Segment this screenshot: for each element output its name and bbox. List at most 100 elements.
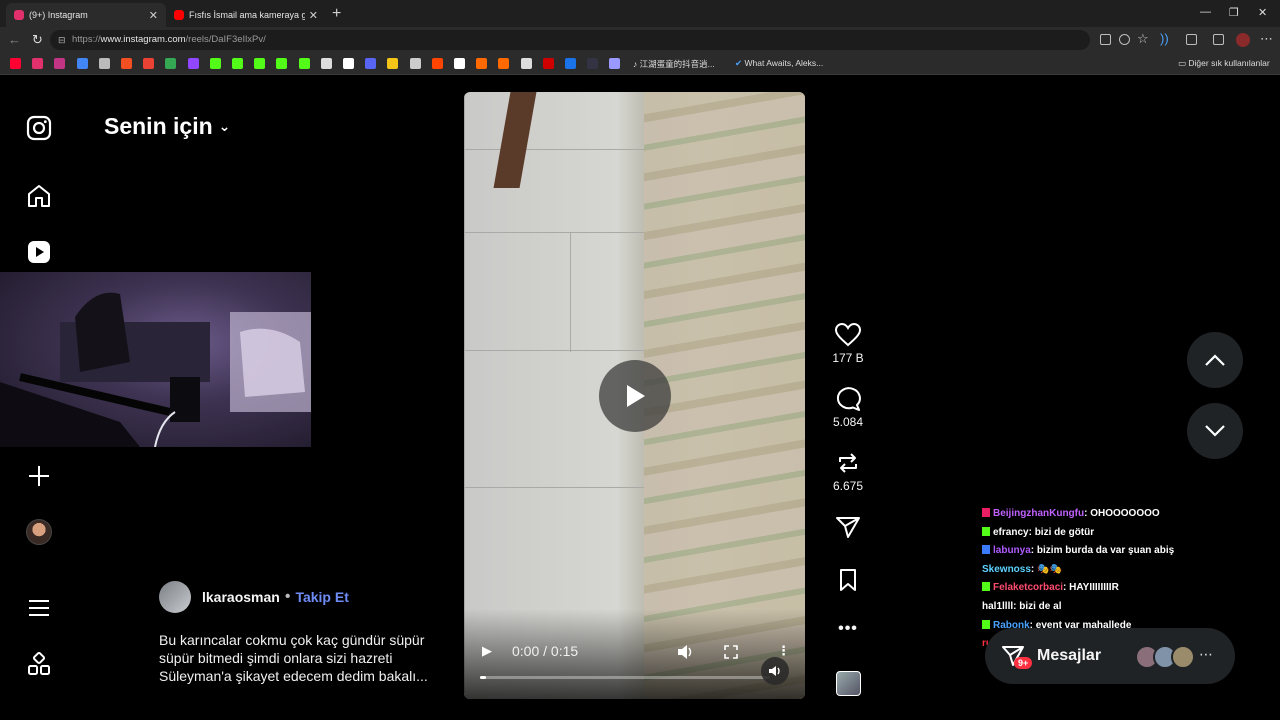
hwl-bookmark-icon[interactable] (587, 58, 599, 69)
repost-count: 6.675 (832, 479, 864, 493)
app-bookmark-2-icon[interactable] (387, 58, 399, 69)
app-bookmark-7-icon[interactable] (542, 58, 554, 69)
app-bookmark-icon[interactable] (365, 58, 377, 69)
p-bookmark-icon[interactable] (454, 58, 465, 69)
share-action[interactable] (828, 515, 868, 539)
kick-bookmark-2-icon[interactable] (232, 58, 243, 69)
close-tab-icon[interactable]: ✕ (149, 9, 158, 22)
gmail-bookmark-icon[interactable] (143, 58, 155, 69)
kick-bookmark-3-icon[interactable] (254, 58, 266, 69)
twitch-bookmark-icon[interactable] (187, 58, 199, 69)
x-bookmark-icon[interactable] (343, 58, 354, 69)
youtube-bookmark-icon[interactable] (10, 58, 21, 69)
favorite-star-icon[interactable]: ☆ (1137, 31, 1149, 47)
bookmark-what-awaits[interactable]: ✔ What Awaits, Aleks... (735, 58, 823, 69)
collections-icon[interactable] (1213, 34, 1224, 45)
messages-button[interactable]: 9+ Mesajlar ⋯ (985, 628, 1235, 684)
play-button[interactable]: ▶ (482, 643, 492, 659)
other-bookmarks-label: Diğer sık kullanılanlar (1188, 58, 1270, 68)
comment-action[interactable]: 5.084 (828, 387, 868, 429)
reddit-bookmark-icon[interactable] (431, 58, 443, 69)
floor-seam (464, 149, 644, 150)
tab-instagram[interactable]: (9+) Instagram ✕ (6, 3, 166, 27)
more-menu-icon[interactable]: ⋯ (1260, 31, 1273, 47)
chat-badge-icon (982, 526, 990, 536)
app-bookmark-4-icon[interactable] (476, 58, 488, 69)
close-tab-icon[interactable]: ✕ (309, 9, 318, 22)
comment-icon[interactable] (835, 387, 861, 411)
bookmark-tiktok[interactable]: ♪ 江湖蛋童的抖音逍... (633, 58, 715, 70)
app-bookmark-3-icon[interactable] (409, 58, 421, 69)
author-name[interactable]: lkaraosman (202, 589, 280, 605)
repost-action[interactable]: 6.675 (828, 451, 868, 493)
save-action[interactable] (828, 568, 868, 592)
reels-icon[interactable] (26, 239, 52, 265)
drive-bookmark-icon[interactable] (165, 58, 177, 69)
reload-icon[interactable]: ↻ (32, 32, 43, 48)
chat-badge-icon (982, 545, 990, 555)
instagram-favicon-icon (14, 10, 24, 20)
next-reel-button[interactable] (1187, 403, 1243, 459)
new-tab-button[interactable]: + (332, 5, 341, 23)
floor-seam (464, 232, 644, 233)
site-info-icon[interactable]: ⊟ (58, 30, 66, 50)
previous-reel-button[interactable] (1187, 332, 1243, 388)
globe-bookmark-icon[interactable] (98, 58, 110, 69)
messages-label: Mesajlar (1037, 647, 1102, 664)
heart-icon[interactable] (835, 323, 861, 347)
reel-video-player[interactable]: ▶ 0:00 / 0:15 ⋮ (464, 92, 805, 699)
fullscreen-icon[interactable] (724, 645, 738, 659)
repost-icon[interactable] (835, 451, 861, 475)
hamburger-menu-icon[interactable] (26, 595, 52, 621)
volume-icon[interactable] (676, 643, 694, 661)
app-install-icon[interactable] (1100, 34, 1111, 45)
xbox-bookmark-2-icon[interactable] (298, 58, 310, 69)
mute-button[interactable] (761, 657, 789, 685)
kick-bookmark-icon[interactable] (209, 58, 221, 69)
chat-username: BeijingzhanKungfu (993, 508, 1085, 519)
tab-youtube[interactable]: Fısfıs İsmail ama kameraya gereks ✕ (166, 3, 326, 27)
more-options-icon[interactable]: ••• (828, 620, 868, 638)
app-bookmark-6-icon[interactable] (520, 58, 532, 69)
translate-bookmark-icon[interactable] (76, 58, 88, 69)
video-progress-bar[interactable] (480, 676, 770, 679)
instagram-bookmark-icon[interactable] (32, 58, 44, 69)
close-window-icon[interactable]: ✕ (1258, 6, 1267, 19)
author-avatar[interactable] (159, 581, 191, 613)
instagram-bookmark-2-icon[interactable] (54, 58, 66, 69)
bookmarks-bar: ♪ 江湖蛋童的抖音逍... ✔ What Awaits, Aleks... ▭ … (0, 53, 1280, 75)
send-icon[interactable] (835, 515, 861, 539)
browser-tab-strip: (9+) Instagram ✕ Fısfıs İsmail ama kamer… (0, 0, 1280, 27)
other-bookmarks-folder[interactable]: ▭ Diğer sık kullanılanlar (1178, 58, 1270, 69)
create-icon[interactable] (26, 463, 52, 489)
follow-button[interactable]: Takip Et (295, 589, 348, 605)
microsoft-bookmark-icon[interactable] (121, 58, 132, 69)
profile-avatar[interactable] (1236, 33, 1250, 47)
back-icon[interactable]: ← (8, 32, 21, 47)
play-icon (627, 385, 645, 407)
like-action[interactable]: 177 B (828, 323, 868, 365)
app-bookmark-8-icon[interactable] (565, 58, 576, 69)
chat-text: bizi de al (1019, 600, 1062, 612)
chat-username: Skewnoss (982, 563, 1031, 575)
post-caption[interactable]: Bu karıncalar cokmu çok kaç gündür süpür… (159, 631, 434, 685)
read-aloud-icon[interactable]: )) (1160, 31, 1169, 46)
extensions-icon[interactable] (1186, 34, 1197, 45)
address-bar[interactable]: ⊟ https://www.instagram.com/reels/DaIF3e… (50, 30, 1090, 50)
instagram-logo-icon[interactable] (26, 115, 52, 141)
more-apps-icon[interactable] (26, 652, 52, 678)
audio-thumbnail[interactable] (836, 671, 861, 696)
app-bookmark-9-icon[interactable] (609, 58, 621, 69)
play-overlay-button[interactable] (599, 360, 671, 432)
minimize-icon[interactable]: — (1200, 6, 1211, 18)
profile-avatar-icon[interactable] (26, 519, 52, 545)
bookmark-icon[interactable] (835, 568, 861, 592)
maximize-icon[interactable]: ❐ (1229, 6, 1239, 19)
anchor-bookmark-icon[interactable] (320, 58, 332, 69)
home-icon[interactable] (26, 183, 52, 209)
zoom-icon[interactable] (1119, 34, 1130, 45)
floor-seam (464, 487, 644, 488)
app-bookmark-5-icon[interactable] (498, 58, 510, 69)
xbox-bookmark-icon[interactable] (276, 58, 288, 69)
feed-selector[interactable]: Senin için ⌄ (104, 113, 230, 140)
